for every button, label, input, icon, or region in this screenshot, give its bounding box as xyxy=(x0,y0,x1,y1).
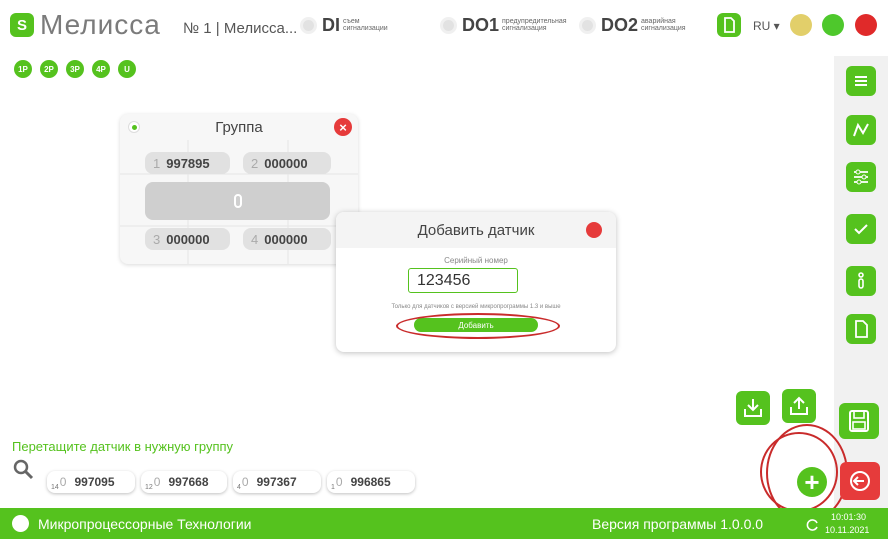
company-name: Микропроцессорные Технологии xyxy=(38,516,252,532)
signal-do2-sub: аварийная сигнализация xyxy=(641,18,686,32)
status-green-indicator xyxy=(822,14,844,36)
phase-1p-button[interactable]: 1P xyxy=(14,60,32,78)
program-version: Версия программы 1.0.0.0 xyxy=(592,516,764,532)
group-slot-3[interactable]: 3 000000 xyxy=(145,228,230,250)
chart-icon[interactable] xyxy=(846,115,876,145)
language-select[interactable]: RU ▾ xyxy=(753,19,780,33)
close-icon[interactable] xyxy=(586,222,602,238)
import-icon[interactable] xyxy=(736,391,770,425)
firmware-note: Только для датчиков с версией микропрогр… xyxy=(391,304,561,310)
clock-date: 10.11.2021 xyxy=(825,525,870,535)
group-title: Группа xyxy=(215,118,263,136)
signal-do2[interactable]: DO2 аварийная сигнализация xyxy=(579,14,691,36)
drag-hint: Перетащите датчик в нужную группу xyxy=(12,439,234,454)
export-icon[interactable] xyxy=(782,389,816,423)
signal-do1[interactable]: DO1 предупредительная сигнализация xyxy=(440,14,567,36)
signal-di-indicator xyxy=(300,16,317,34)
settings-sliders-icon[interactable] xyxy=(846,162,876,192)
serial-input[interactable]: 123456 xyxy=(408,268,518,293)
group-header: Группа × xyxy=(120,114,358,140)
signal-di-sub: съем сигнализации xyxy=(343,18,388,32)
sensor-chip[interactable]: 12 0 997668 xyxy=(141,471,227,493)
signal-do2-indicator xyxy=(579,16,596,34)
phase-u-button[interactable]: U xyxy=(118,60,136,78)
check-icon[interactable] xyxy=(846,214,876,244)
top-bar: S Мелисса № 1 | Мелисса... DI съем сигна… xyxy=(0,0,888,56)
close-icon[interactable]: × xyxy=(334,118,352,136)
save-icon[interactable] xyxy=(839,403,879,439)
group-center-block xyxy=(145,182,330,220)
phase-buttons: 1P 2P 3P 4P U xyxy=(14,60,136,78)
signal-do1-sub: предупредительная сигнализация xyxy=(502,18,567,32)
group-status-icon xyxy=(128,121,140,133)
signal-di[interactable]: DI съем сигнализации xyxy=(300,14,389,36)
signal-do2-code: DO2 xyxy=(601,14,639,35)
highlight-oval xyxy=(396,313,560,339)
signal-do1-code: DO1 xyxy=(462,14,500,35)
signal-di-code: DI xyxy=(322,14,340,35)
app-name: Мелисса xyxy=(40,9,161,40)
sensor-chip[interactable]: 14 0 997095 xyxy=(47,471,135,493)
toggle-icon xyxy=(233,194,242,208)
company-logo-icon xyxy=(12,515,29,532)
clock-time: 10:01:30 xyxy=(831,512,867,522)
phase-3p-button[interactable]: 3P xyxy=(66,60,84,78)
status-red-indicator xyxy=(855,14,877,36)
serial-label: Серийный номер xyxy=(444,256,508,265)
signal-do1-indicator xyxy=(440,16,457,34)
status-yellow-indicator xyxy=(790,14,812,36)
phase-4p-button[interactable]: 4P xyxy=(92,60,110,78)
app-window: S Мелисса № 1 | Мелисса... DI съем сигна… xyxy=(0,0,888,539)
add-sensor-button[interactable]: + xyxy=(797,467,827,497)
search-icon[interactable] xyxy=(12,458,34,480)
file-icon[interactable] xyxy=(717,13,741,37)
dialog-title: Добавить датчик xyxy=(417,221,535,239)
group-slot-1[interactable]: 1 997895 xyxy=(145,152,230,174)
right-sidebar xyxy=(834,56,888,508)
group-panel[interactable]: Группа × 1 997895 2 000000 3 000000 4 00… xyxy=(120,114,358,264)
list-icon[interactable] xyxy=(846,66,876,96)
phase-2p-button[interactable]: 2P xyxy=(40,60,58,78)
sensor-chip[interactable]: 4 0 997367 xyxy=(233,471,321,493)
sensor-chip[interactable]: 1 0 996865 xyxy=(327,471,415,493)
sync-icon[interactable] xyxy=(806,518,820,532)
group-slot-2[interactable]: 2 000000 xyxy=(243,152,331,174)
dialog-header: Добавить датчик xyxy=(336,212,616,248)
group-slot-4[interactable]: 4 000000 xyxy=(243,228,331,250)
info-icon[interactable] xyxy=(846,266,876,296)
logo-icon: S xyxy=(10,13,34,37)
exit-icon[interactable] xyxy=(840,462,880,500)
document-icon[interactable] xyxy=(846,314,876,344)
device-title[interactable]: № 1 | Мелисса... xyxy=(183,20,297,37)
